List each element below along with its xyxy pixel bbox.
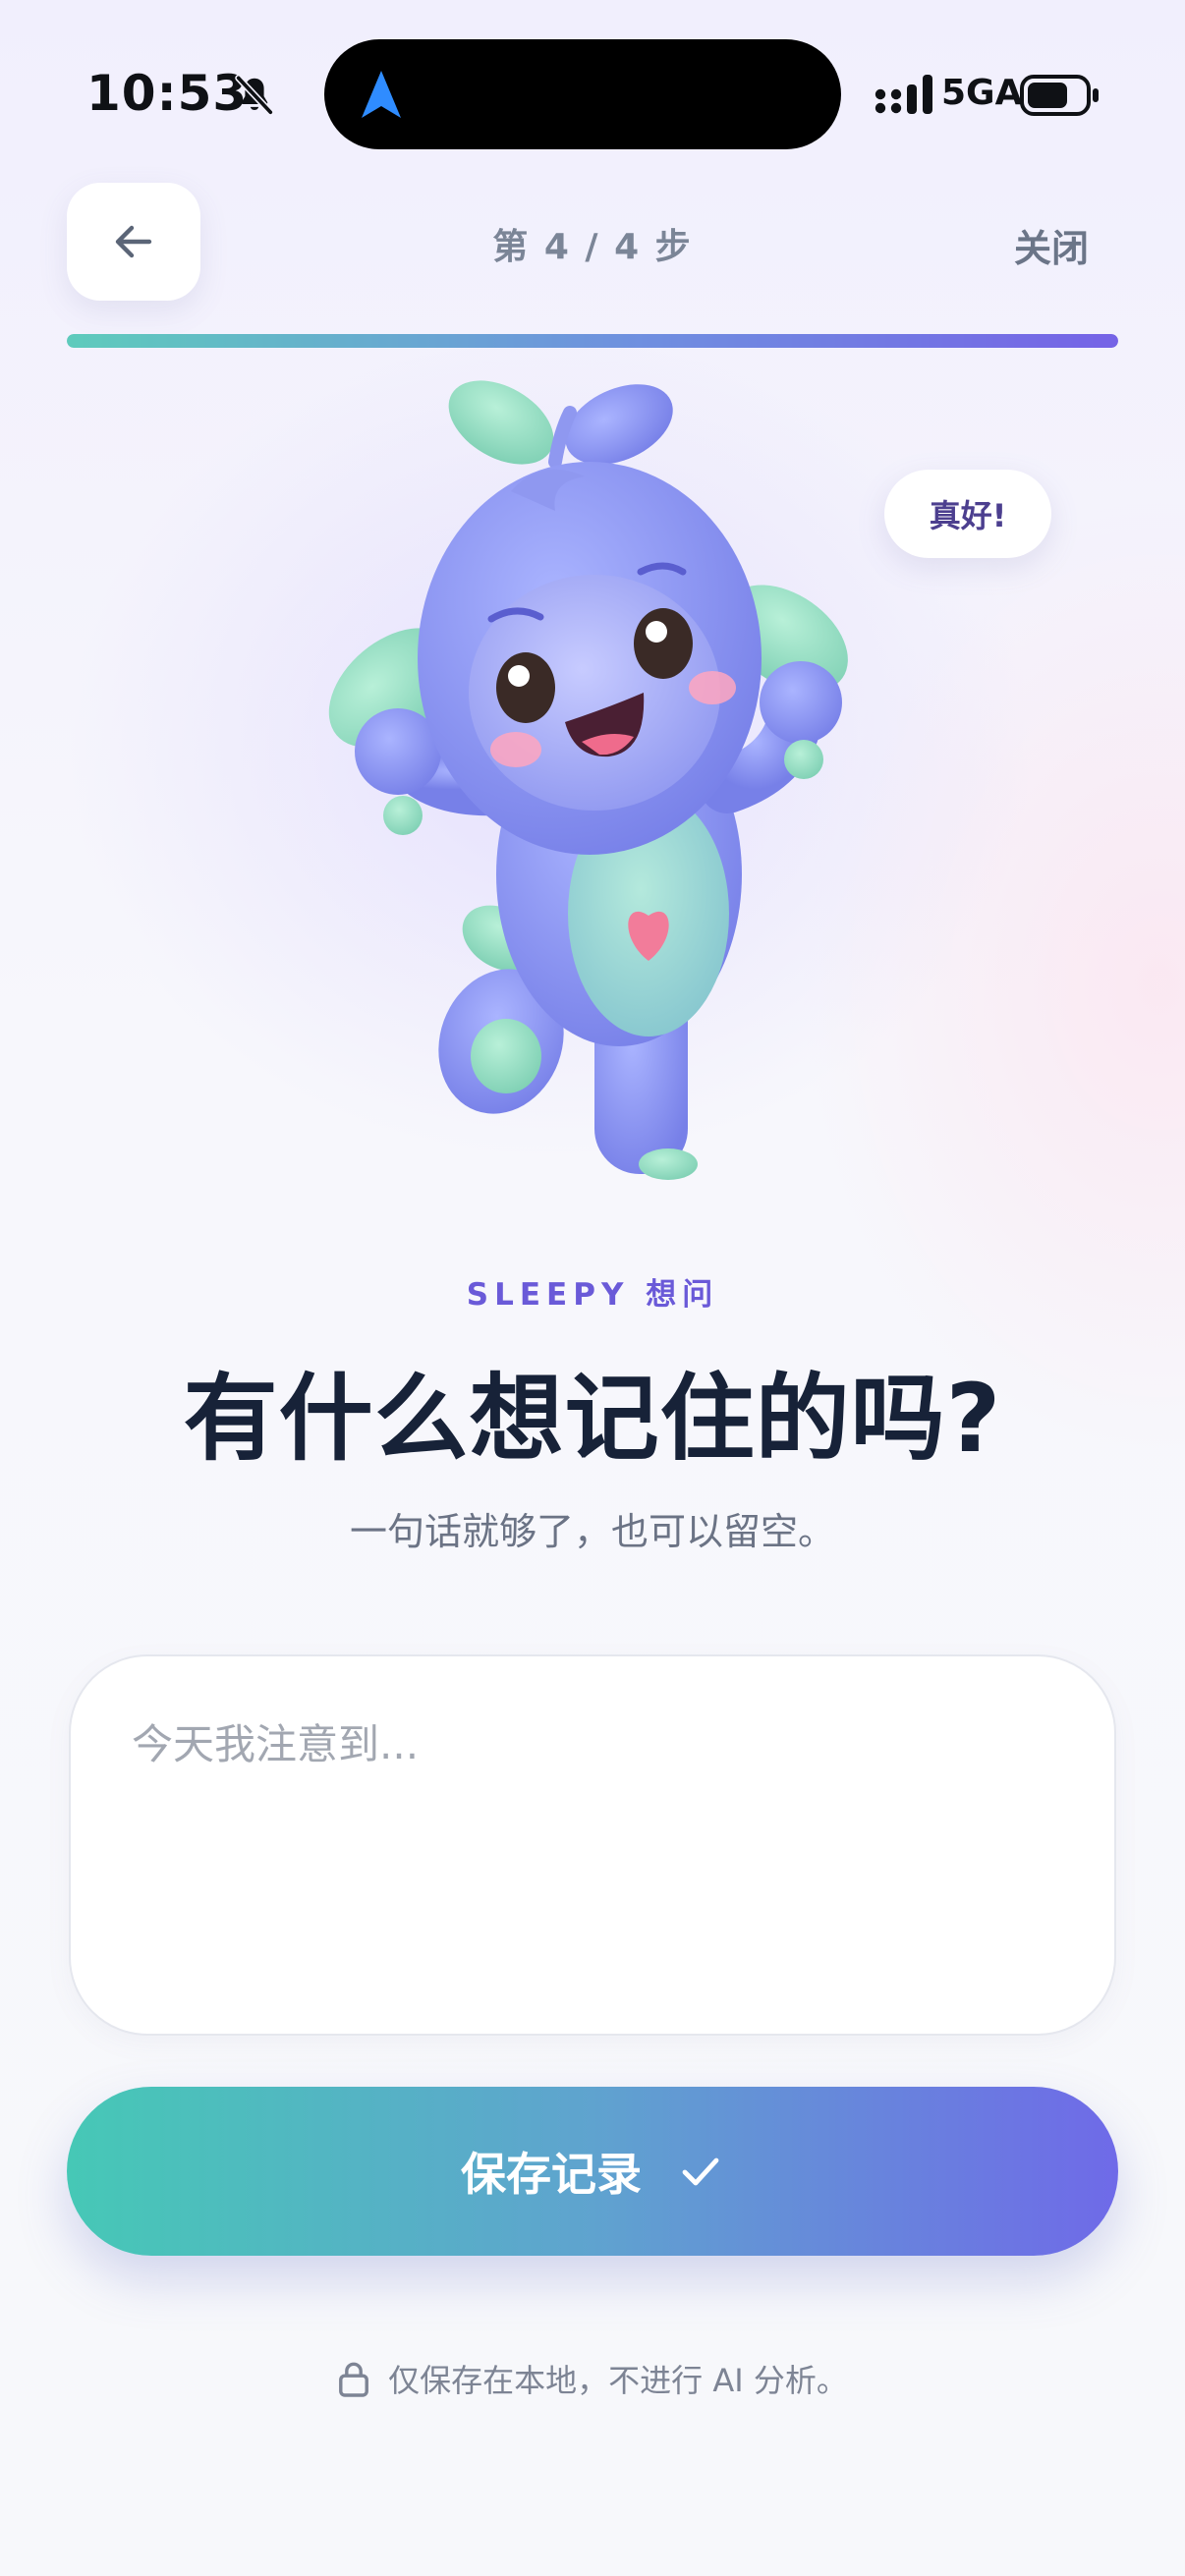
- bell-muted-icon: [235, 74, 274, 116]
- signal-icon: [875, 75, 932, 114]
- speech-bubble: 真好!: [884, 470, 1051, 558]
- check-icon: [682, 2157, 719, 2186]
- sleepy-mascot-illustration: [328, 380, 848, 1180]
- page-title: 有什么想记住的吗?: [183, 1364, 1002, 1474]
- close-button[interactable]: 关闭: [1014, 218, 1089, 272]
- save-record-button[interactable]: 保存记录: [67, 2087, 1118, 2256]
- progress-bar: [67, 334, 1118, 348]
- status-bar: 10:53 5GA: [0, 0, 1185, 187]
- lock-icon: [339, 2362, 369, 2397]
- battery-icon: [1020, 75, 1099, 116]
- note-input[interactable]: [69, 1654, 1116, 2036]
- eyebrow-label: SLEEPY 想问: [466, 1277, 719, 1313]
- step-indicator: 第 4 / 4 步: [492, 227, 693, 267]
- privacy-note: 仅保存在本地，不进行 AI 分析。: [0, 2356, 1185, 2401]
- status-time: 10:53: [86, 65, 249, 122]
- privacy-text: 仅保存在本地，不进行 AI 分析。: [388, 2362, 848, 2399]
- save-button-label: 保存记录: [461, 2148, 642, 2201]
- navigation-arrow-icon: [362, 71, 401, 118]
- page-subtitle: 一句话就够了，也可以留空。: [349, 1510, 835, 1553]
- network-type: 5GA: [941, 73, 1023, 113]
- dynamic-island: [324, 39, 841, 149]
- progress-fill: [67, 334, 1118, 348]
